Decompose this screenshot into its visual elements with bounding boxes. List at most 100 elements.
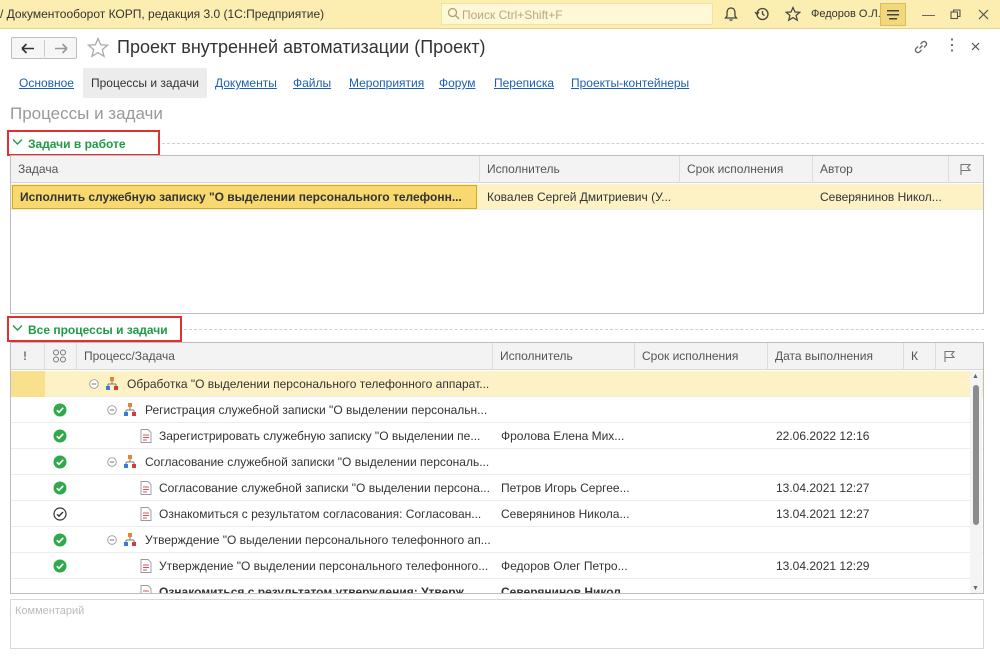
process-task-cell[interactable]: Ознакомиться с результатом согласования:… <box>113 501 493 527</box>
deadline-cell[interactable] <box>635 501 768 527</box>
link-icon[interactable] <box>913 39 929 55</box>
importance-cell[interactable] <box>11 579 45 593</box>
task-row[interactable]: Утверждение "О выделении персонального т… <box>11 553 983 579</box>
process-task-cell[interactable]: Обработка "О выделении персонального тел… <box>77 371 493 397</box>
back-arrow-icon[interactable] <box>21 43 35 54</box>
executor-cell[interactable]: Ковалев Сергей Дмитриевич (У... <box>480 184 680 210</box>
user-name[interactable]: Федоров О.Л. <box>811 8 881 20</box>
importance-cell[interactable] <box>11 501 45 527</box>
tab-forum[interactable]: Форум <box>439 68 475 98</box>
importance-cell[interactable] <box>11 553 45 579</box>
process-task-cell[interactable]: Регистрация служебной записки "О выделен… <box>95 397 493 423</box>
column-header-k[interactable]: К <box>904 343 936 370</box>
deadline-cell[interactable] <box>680 184 813 210</box>
completion-date-cell[interactable] <box>768 449 904 475</box>
process-row[interactable]: Утверждение "О выделении персонального т… <box>11 527 983 553</box>
history-icon[interactable] <box>754 6 770 22</box>
bell-icon[interactable] <box>723 6 739 22</box>
scroll-down-icon[interactable]: ▼ <box>972 585 979 592</box>
table-row[interactable]: Исполнить служебную записку "О выделении… <box>11 184 983 210</box>
author-cell[interactable]: Северянинов Никол... <box>813 184 949 210</box>
tasks-in-progress-group-toggle[interactable]: Задачи в работе <box>7 130 160 156</box>
completion-date-cell[interactable] <box>768 579 904 593</box>
process-row[interactable]: Согласование служебной записки "О выделе… <box>11 449 983 475</box>
importance-cell[interactable] <box>11 475 45 501</box>
process-task-cell[interactable]: Ознакомиться с результатом утверждения: … <box>113 579 493 593</box>
executor-cell[interactable] <box>493 527 635 553</box>
importance-cell[interactable] <box>11 423 45 449</box>
completion-date-cell[interactable]: 13.04.2021 12:27 <box>768 475 904 501</box>
executor-cell[interactable]: Северянинов Никола... <box>493 501 635 527</box>
deadline-cell[interactable] <box>635 371 768 397</box>
column-header-deadline[interactable]: Срок исполнения <box>680 156 813 183</box>
tab-documents[interactable]: Документы <box>215 68 277 98</box>
deadline-cell[interactable] <box>635 397 768 423</box>
restore-icon[interactable] <box>950 9 961 20</box>
column-header-process-task[interactable]: Процесс/Задача <box>77 343 493 370</box>
task-row[interactable]: Ознакомиться с результатом утверждения: … <box>11 579 983 593</box>
collapse-toggle-icon[interactable] <box>89 379 99 389</box>
comment-field[interactable]: Комментарий <box>10 599 984 649</box>
column-header-author[interactable]: Автор <box>813 156 949 183</box>
minimize-icon[interactable]: — <box>922 7 935 22</box>
tab-processes-tasks[interactable]: Процессы и задачи <box>83 68 207 98</box>
close-form-icon[interactable] <box>971 42 980 51</box>
scroll-up-icon[interactable]: ▲ <box>972 373 979 380</box>
process-task-cell[interactable]: Зарегистрировать служебную записку "О вы… <box>113 423 493 449</box>
tab-events[interactable]: Мероприятия <box>349 68 424 98</box>
executor-cell[interactable]: Петров Игорь Сергее... <box>493 475 635 501</box>
deadline-cell[interactable] <box>635 527 768 553</box>
tab-container-projects[interactable]: Проекты-контейнеры <box>571 68 689 98</box>
deadline-cell[interactable] <box>635 579 768 593</box>
all-processes-group-toggle[interactable]: Все процессы и задачи <box>7 316 182 342</box>
deadline-cell[interactable] <box>635 475 768 501</box>
importance-cell[interactable] <box>11 449 45 475</box>
process-row[interactable]: Обработка "О выделении персонального тел… <box>11 371 983 397</box>
process-row[interactable]: Регистрация служебной записки "О выделен… <box>11 397 983 423</box>
deadline-cell[interactable] <box>635 553 768 579</box>
executor-cell[interactable] <box>493 371 635 397</box>
importance-cell[interactable] <box>11 527 45 553</box>
task-cell[interactable]: Исполнить служебную записку "О выделении… <box>12 185 477 209</box>
completion-date-cell[interactable]: 13.04.2021 12:27 <box>768 501 904 527</box>
completion-date-cell[interactable] <box>768 527 904 553</box>
column-header-task[interactable]: Задача <box>11 156 480 183</box>
process-task-cell[interactable]: Утверждение "О выделении персонального т… <box>95 527 493 553</box>
tab-correspondence[interactable]: Переписка <box>494 68 554 98</box>
importance-cell[interactable] <box>11 397 45 423</box>
collapse-toggle-icon[interactable] <box>107 457 117 467</box>
executor-cell[interactable]: Северянинов Никола... <box>493 579 635 593</box>
task-row[interactable]: Зарегистрировать служебную записку "О вы… <box>11 423 983 449</box>
executor-cell[interactable] <box>493 449 635 475</box>
more-actions-icon[interactable]: ⋮ <box>944 38 960 54</box>
completion-date-cell[interactable]: 22.06.2022 12:16 <box>768 423 904 449</box>
process-task-cell[interactable]: Согласование служебной записки "О выделе… <box>95 449 493 475</box>
column-header-deadline[interactable]: Срок исполнения <box>635 343 768 370</box>
importance-cell[interactable] <box>11 371 45 397</box>
deadline-cell[interactable] <box>635 423 768 449</box>
collapse-toggle-icon[interactable] <box>107 405 117 415</box>
close-icon[interactable] <box>978 9 989 20</box>
column-header-flag[interactable] <box>949 156 983 183</box>
favorite-star-icon[interactable] <box>87 37 109 58</box>
executor-cell[interactable]: Федоров Олег Петро... <box>493 553 635 579</box>
completion-date-cell[interactable]: 13.04.2021 12:29 <box>768 553 904 579</box>
search-input[interactable]: Поиск Ctrl+Shift+F <box>441 3 713 25</box>
column-header-flag[interactable] <box>936 343 983 370</box>
completion-date-cell[interactable] <box>768 371 904 397</box>
star-icon[interactable] <box>785 6 801 22</box>
forward-arrow-icon[interactable] <box>54 43 68 54</box>
column-header-executor[interactable]: Исполнитель <box>480 156 680 183</box>
vertical-scrollbar[interactable]: ▲ ▼ <box>970 371 982 593</box>
column-header-importance[interactable]: ! <box>11 343 45 370</box>
executor-cell[interactable]: Фролова Елена Мих... <box>493 423 635 449</box>
task-row[interactable]: Ознакомиться с результатом согласования:… <box>11 501 983 527</box>
process-task-cell[interactable]: Утверждение "О выделении персонального т… <box>113 553 493 579</box>
deadline-cell[interactable] <box>635 449 768 475</box>
executor-cell[interactable] <box>493 397 635 423</box>
column-header-status[interactable] <box>45 343 77 370</box>
scrollbar-thumb[interactable] <box>973 385 979 525</box>
main-menu-button[interactable] <box>880 3 906 26</box>
tab-main[interactable]: Основное <box>19 68 74 98</box>
column-header-executor[interactable]: Исполнитель <box>493 343 635 370</box>
